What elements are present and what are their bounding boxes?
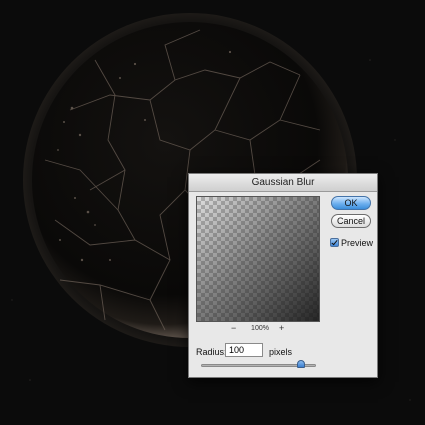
preview-toggle[interactable]: Preview	[330, 237, 373, 249]
preview-image	[197, 197, 319, 321]
radius-label: Radius:	[196, 347, 227, 357]
plus-icon[interactable]: +	[279, 323, 284, 334]
cancel-button[interactable]: Cancel	[331, 214, 371, 228]
preview-zoom-controls: − 100% +	[196, 323, 320, 335]
ok-button[interactable]: OK	[331, 196, 371, 210]
radius-units-label: pixels	[269, 347, 293, 357]
checkmark-icon[interactable]	[330, 238, 339, 247]
gaussian-blur-dialog: Gaussian Blur − 100% + OK Cancel Preview…	[188, 173, 378, 378]
minus-icon[interactable]: −	[231, 323, 236, 334]
dialog-title: Gaussian Blur	[189, 174, 377, 192]
preview-label: Preview	[341, 238, 374, 248]
zoom-level: 100%	[251, 325, 269, 332]
radius-slider-thumb[interactable]	[297, 360, 306, 368]
radius-input[interactable]: 100	[225, 343, 263, 357]
filter-preview-pane[interactable]	[196, 196, 320, 322]
